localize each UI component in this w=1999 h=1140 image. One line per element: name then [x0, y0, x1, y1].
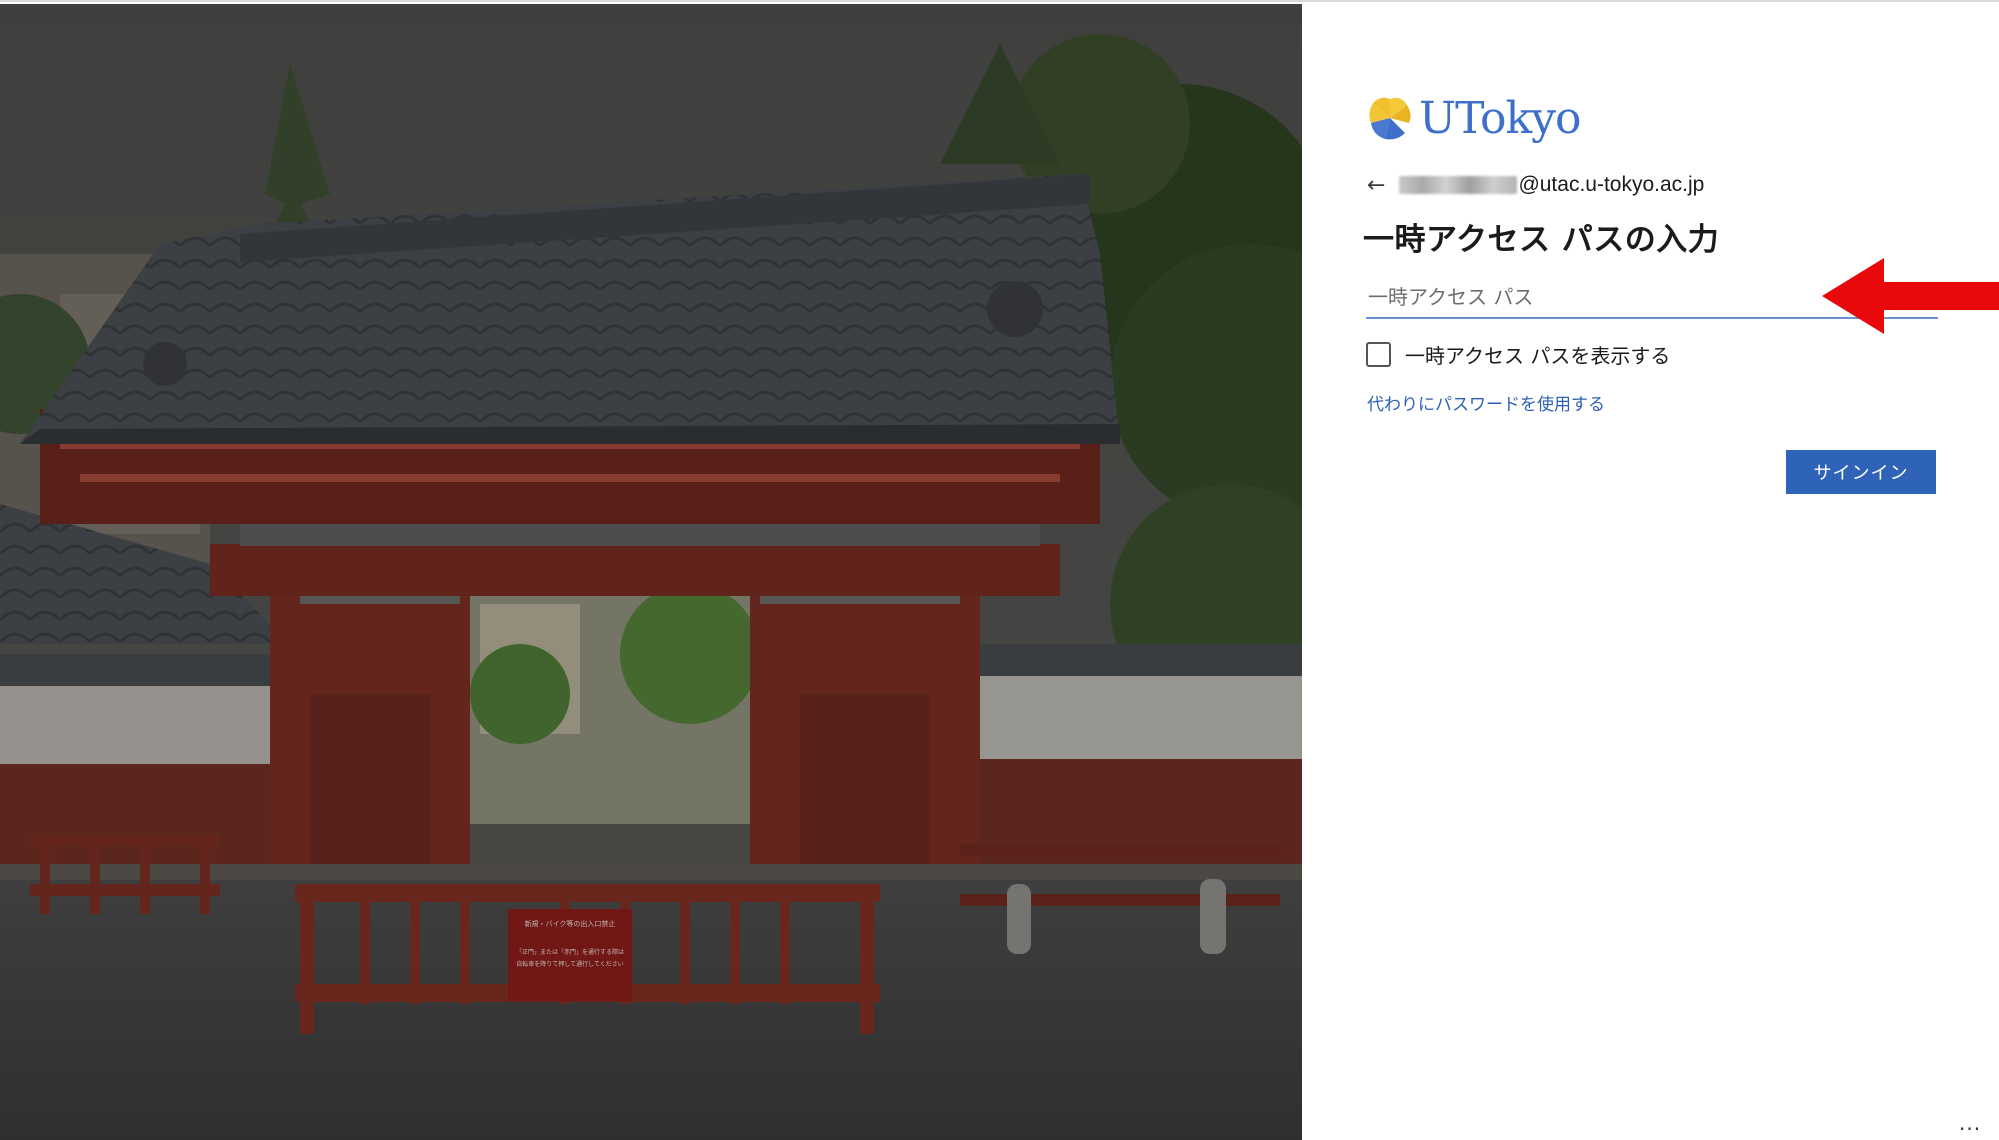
signin-panel: UTokyo ← @utac.u-tokyo.ac.jp 一時アクセス パスの入… — [1302, 4, 1999, 1140]
signed-in-identity: ← @utac.u-tokyo.ac.jp — [1367, 168, 1704, 202]
use-password-instead-link[interactable]: 代わりにパスワードを使用する — [1367, 390, 1605, 415]
show-pass-label: 一時アクセス パスを表示する — [1405, 343, 1671, 368]
page-title: 一時アクセス パスの入力 — [1363, 222, 1720, 258]
back-arrow-icon[interactable]: ← — [1367, 173, 1385, 198]
ginkgo-leaf-logo-icon — [1369, 97, 1411, 140]
redacted-username — [1399, 176, 1518, 194]
brand-name: UTokyo — [1419, 92, 1582, 144]
signin-button[interactable]: サインイン — [1786, 450, 1936, 494]
email-domain: @utac.u-tokyo.ac.jp — [1518, 173, 1705, 196]
background-photo-akamon: 新規・バイク等の出入口禁止 「正門」または「赤門」を通行する際は 自転車を降りて… — [0, 4, 1302, 1140]
red-arrow-icon — [1822, 258, 1999, 334]
show-pass-toggle[interactable]: 一時アクセス パスを表示する — [1366, 339, 1670, 369]
more-options-icon[interactable]: ... — [1953, 1110, 1987, 1136]
utokyo-logo: UTokyo — [1365, 92, 1582, 144]
show-pass-checkbox[interactable] — [1366, 341, 1391, 367]
browser-viewport: 新規・バイク等の出入口禁止 「正門」または「赤門」を通行する際は 自転車を降りて… — [0, 0, 1999, 1140]
